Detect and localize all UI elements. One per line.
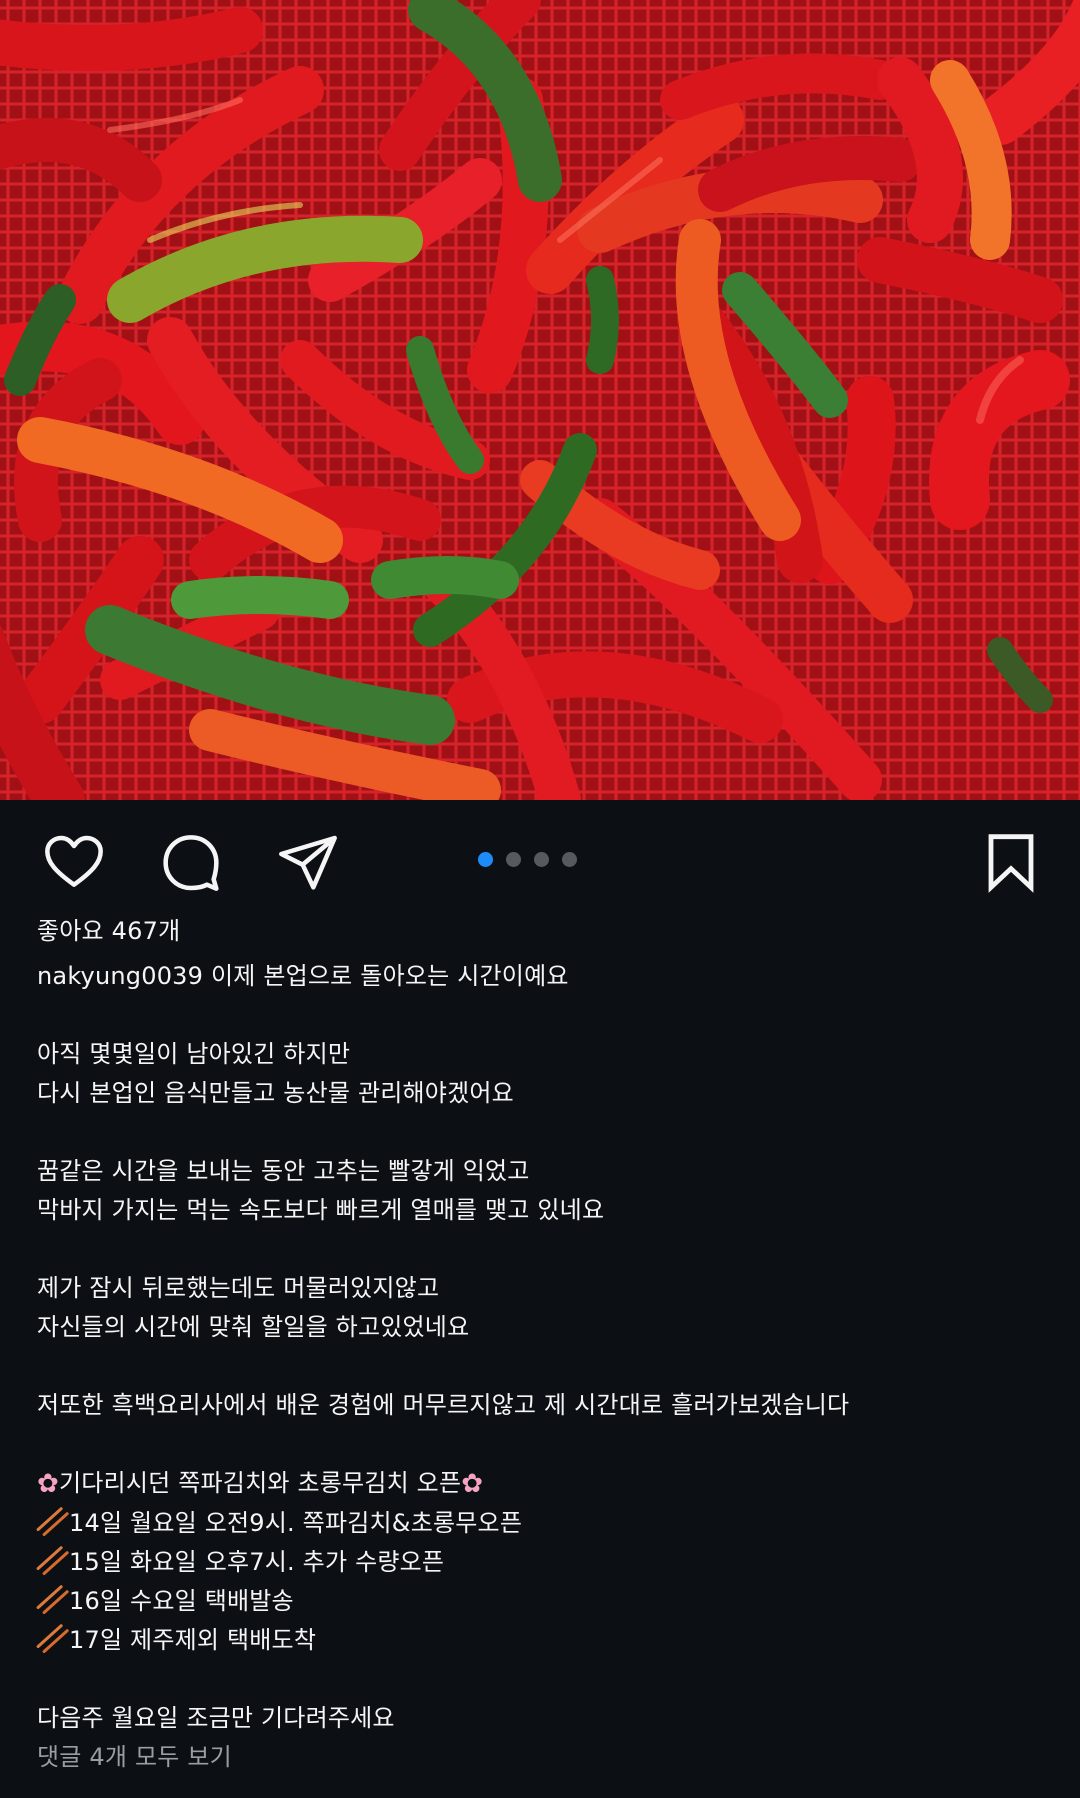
announcement-item-text: 17일 제주제외 택배도착 <box>69 1626 317 1654</box>
caption-line <box>37 1425 1047 1464</box>
like-count[interactable]: 좋아요 467개 <box>37 912 1047 951</box>
announcement-item-text: 15일 화요일 오후7시. 추가 수량오픈 <box>69 1548 445 1576</box>
save-button[interactable] <box>977 828 1045 896</box>
paper-plane-icon <box>279 835 337 890</box>
caption-line: 꿈같은 시간을 보내는 동안 고추는 빨갛게 익었고 <box>37 1157 530 1185</box>
caption-line <box>37 1230 1047 1269</box>
username[interactable]: nakyung0039 <box>37 962 203 990</box>
carousel-dot <box>478 852 493 867</box>
announcement-item: 14일 월요일 오전9시. 쪽파김치&초롱무오픈 <box>37 1504 1047 1543</box>
comment-bubble-icon <box>163 835 219 891</box>
view-all-comments-link[interactable]: 댓글 4개 모두 보기 <box>37 1738 1047 1777</box>
caption-line: 제가 잠시 뒤로했는데도 머물러있지않고 <box>37 1274 440 1302</box>
announcement-item: 16일 수요일 택배발송 <box>37 1582 1047 1621</box>
caption-closing: 다음주 월요일 조금만 기다려주세요 <box>37 1704 395 1732</box>
post-action-bar <box>0 800 1080 920</box>
announcement-item: 15일 화요일 오후7시. 추가 수량오픈 <box>37 1543 1047 1582</box>
caption-line: 아직 몇몇일이 남아있긴 하지만 <box>37 1040 351 1068</box>
carousel-dot <box>534 852 549 867</box>
chopsticks-icon <box>37 1629 67 1651</box>
caption-text: 이제 본업으로 돌아오는 시간이예요 <box>210 962 569 990</box>
post-caption: 좋아요 467개 nakyung0039 이제 본업으로 돌아오는 시간이예요 … <box>37 912 1047 1777</box>
announcement-item: 17일 제주제외 택배도착 <box>37 1621 1047 1660</box>
announcement-item-text: 14일 월요일 오전9시. 쪽파김치&초롱무오픈 <box>69 1509 523 1537</box>
caption-line <box>37 1347 1047 1386</box>
heart-icon <box>45 835 103 887</box>
announcement-item-text: 16일 수요일 택배발송 <box>69 1587 294 1615</box>
chopsticks-icon <box>37 1590 67 1612</box>
caption-line: 저또한 흑백요리사에서 배운 경험에 머무르지않고 제 시간대로 흘러가보겠습니… <box>37 1391 850 1419</box>
chili-pepper-image <box>0 0 1080 800</box>
share-button[interactable] <box>274 828 342 896</box>
caption-line: 자신들의 시간에 맞춰 할일을 하고있었네요 <box>37 1313 470 1341</box>
carousel-dot <box>562 852 577 867</box>
caption-line <box>37 996 1047 1035</box>
post-photo[interactable] <box>0 0 1080 800</box>
cherry-blossom-icon: ✿ <box>37 1469 59 1499</box>
carousel-dot <box>506 852 521 867</box>
announcement-title-text: 기다리시던 쪽파김치와 초롱무김치 오픈 <box>59 1469 462 1497</box>
chopsticks-icon <box>37 1551 67 1573</box>
cherry-blossom-icon: ✿ <box>461 1469 484 1499</box>
bookmark-icon <box>988 834 1034 893</box>
like-button[interactable] <box>40 828 108 896</box>
caption-line: 다시 본업인 음식만들고 농산물 관리해야겠어요 <box>37 1079 514 1107</box>
carousel-indicator <box>478 852 577 867</box>
caption-line <box>37 1113 1047 1152</box>
caption-first-line: nakyung0039 이제 본업으로 돌아오는 시간이예요 <box>37 957 1047 996</box>
comment-button[interactable] <box>157 828 225 896</box>
caption-line: 막바지 가지는 먹는 속도보다 빠르게 열매를 맺고 있네요 <box>37 1196 605 1224</box>
chopsticks-icon <box>37 1512 67 1534</box>
announcement-title: ✿기다리시던 쪽파김치와 초롱무김치 오픈✿ <box>37 1464 1047 1504</box>
